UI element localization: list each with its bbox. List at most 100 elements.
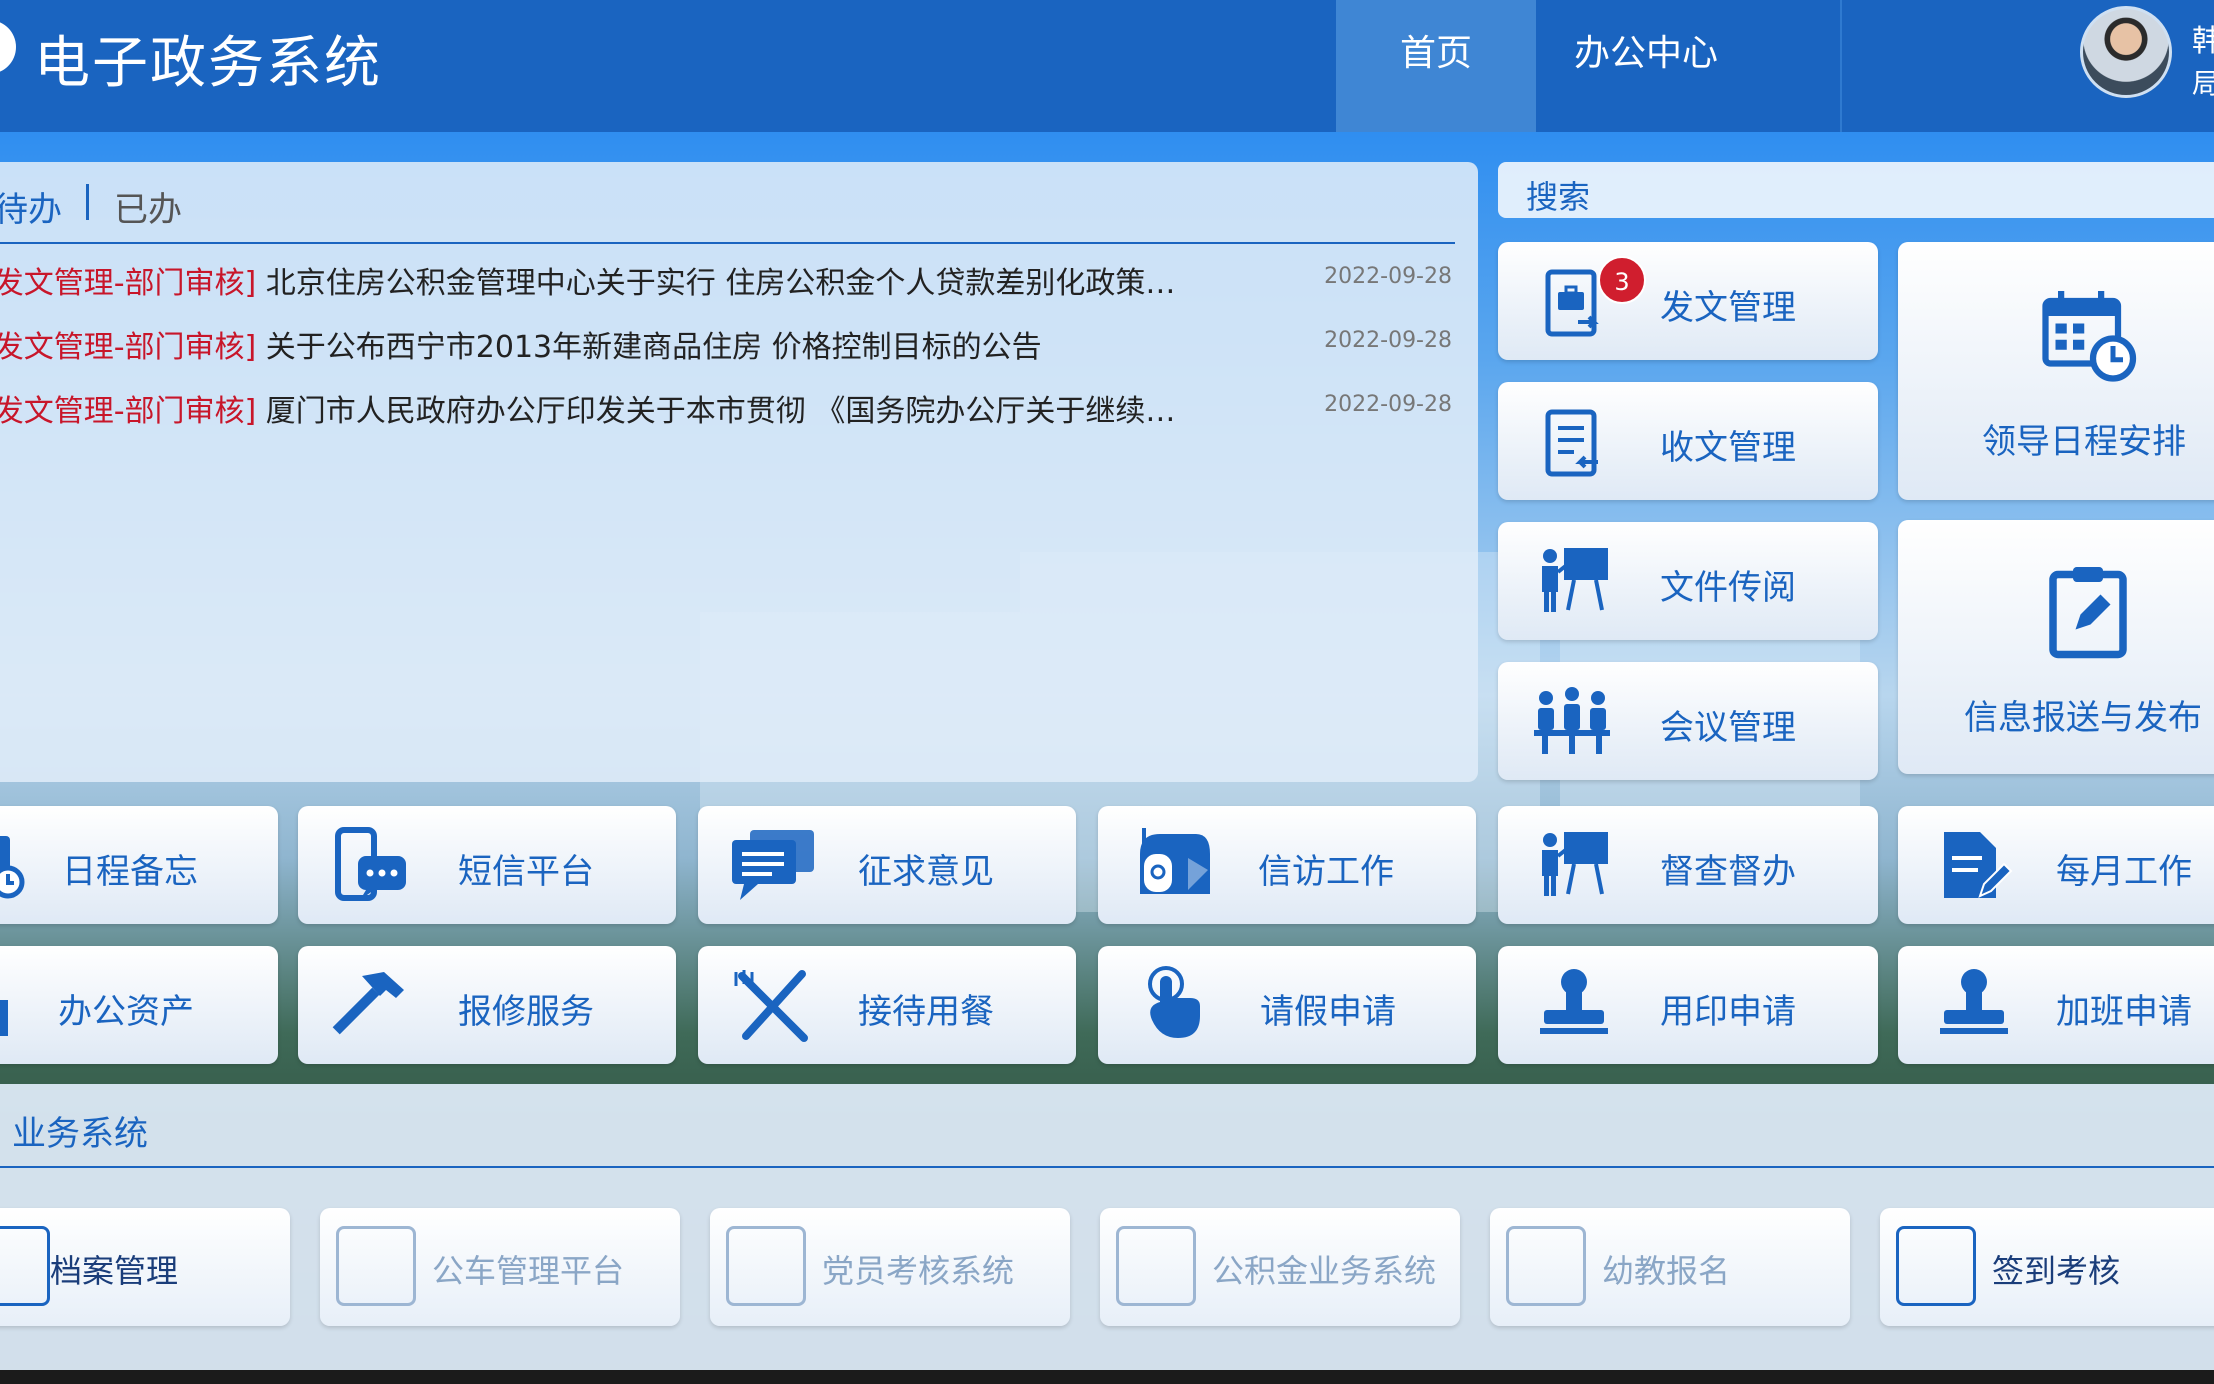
- biz-provident-fund[interactable]: 公积金业务系统: [1100, 1208, 1460, 1326]
- biz-label: 党员考核系统: [822, 1252, 1015, 1290]
- tile-label: 信息报送与发布: [1964, 698, 2202, 738]
- clipboard-edit-icon: [2049, 567, 2127, 659]
- presentation-icon: [1542, 548, 1608, 612]
- nav-office-center[interactable]: 办公中心: [1536, 0, 1756, 132]
- tab-pending[interactable]: 待办: [0, 182, 62, 231]
- mailbox-icon: [1140, 828, 1210, 894]
- biz-preschool[interactable]: 幼教报名: [1490, 1208, 1850, 1326]
- tile-label: 用印申请: [1660, 992, 1796, 1032]
- car-icon: [336, 1226, 416, 1306]
- app-title: 电子政务系统: [34, 31, 382, 96]
- tile-label: 日程备忘: [62, 852, 198, 892]
- search-label: 搜索: [1526, 178, 1591, 216]
- business-systems-panel: 业务系统 档案管理 公车管理平台 党员考核系统 公积金业务系统 幼教报名 签到考…: [0, 1084, 2214, 1374]
- stamp-icon: [1940, 969, 2008, 1034]
- tile-office-assets[interactable]: 办公资产: [0, 946, 278, 1064]
- nav-divider: [1840, 0, 1842, 132]
- board-icon: [1506, 1226, 1586, 1306]
- phone-message-icon: [335, 827, 406, 901]
- fork-knife-icon: [734, 970, 808, 1042]
- house-icon: [1116, 1226, 1196, 1306]
- person-icon: [726, 1226, 806, 1306]
- tile-label: 接待用餐: [858, 992, 994, 1032]
- todo-date: 2022-09-28: [1324, 328, 1452, 353]
- tile-label: 报修服务: [458, 992, 594, 1032]
- biz-label: 幼教报名: [1602, 1252, 1731, 1290]
- tile-label: 征求意见: [858, 852, 994, 892]
- tile-info-report[interactable]: 信息报送与发布: [1898, 520, 2214, 774]
- biz-archive[interactable]: 档案管理: [0, 1208, 290, 1326]
- biz-car-platform[interactable]: 公车管理平台: [320, 1208, 680, 1326]
- meeting-icon: [1534, 687, 1610, 754]
- tile-fawen[interactable]: 3 发文管理: [1498, 242, 1878, 360]
- user-avatar[interactable]: [2080, 6, 2172, 98]
- memo-icon: [0, 836, 25, 899]
- asset-icon: [0, 1000, 8, 1036]
- todo-title[interactable]: 关于公布西宁市2013年新建商品住房 价格控制目标的公告: [266, 330, 1042, 365]
- stamp-icon: [1540, 969, 1608, 1034]
- todo-date: 2022-09-28: [1324, 392, 1452, 417]
- tile-leader-schedule[interactable]: 领导日程安排: [1898, 242, 2214, 500]
- biz-label: 公积金业务系统: [1212, 1252, 1437, 1290]
- tile-huiyi[interactable]: 会议管理: [1498, 662, 1878, 780]
- todo-category: [发文管理-部门审核]: [0, 330, 257, 365]
- tab-done[interactable]: 已办: [114, 182, 182, 231]
- search-bar[interactable]: 搜索: [1498, 162, 2214, 218]
- todo-title[interactable]: 北京住房公积金管理中心关于实行 住房公积金个人贷款差别化政策…: [266, 266, 1176, 301]
- hand-pointer-icon: [1148, 966, 1200, 1038]
- tile-repair[interactable]: 报修服务: [298, 946, 676, 1064]
- tile-reception-dining[interactable]: 接待用餐: [698, 946, 1076, 1064]
- tab-divider: [86, 184, 89, 220]
- biz-label: 公车管理平台: [432, 1252, 625, 1290]
- todo-title[interactable]: 厦门市人民政府办公厅印发关于本市贯彻 《国务院办公厅关于继续…: [266, 394, 1176, 429]
- section-divider: [0, 1166, 2214, 1168]
- biz-checkin[interactable]: 签到考核: [1880, 1208, 2214, 1326]
- logo-icon: [0, 20, 16, 74]
- document-edit-icon: [1944, 832, 2013, 898]
- tile-label: 会议管理: [1660, 708, 1796, 748]
- tile-label: 办公资产: [58, 992, 194, 1032]
- archive-icon: [0, 1226, 50, 1306]
- tile-chuanyue[interactable]: 文件传阅: [1498, 522, 1878, 640]
- tile-schedule-memo[interactable]: 日程备忘: [0, 806, 278, 924]
- tile-label: 请假申请: [1260, 992, 1396, 1032]
- todo-row[interactable]: [发文管理-部门审核] 关于公布西宁市2013年新建商品住房 价格控制目标的公告…: [0, 322, 1452, 370]
- tile-petition[interactable]: 信访工作: [1098, 806, 1476, 924]
- tile-label: 信访工作: [1258, 852, 1394, 892]
- tile-overtime-request[interactable]: 加班申请: [1898, 946, 2214, 1064]
- todo-category: [发文管理-部门审核]: [0, 394, 257, 429]
- tile-solicit-opinion[interactable]: 征求意见: [698, 806, 1076, 924]
- notification-badge: 3: [1598, 256, 1646, 304]
- tile-label: 每月工作: [2056, 852, 2192, 892]
- tile-sms[interactable]: 短信平台: [298, 806, 676, 924]
- todo-row[interactable]: [发文管理-部门审核] 北京住房公积金管理中心关于实行 住房公积金个人贷款差别化…: [0, 258, 1452, 306]
- user-name: 韩: [2192, 24, 2214, 59]
- bottom-strip: [0, 1370, 2214, 1384]
- tab-underline: [0, 242, 1455, 244]
- tile-label: 督查督办: [1660, 852, 1796, 892]
- tile-label: 短信平台: [458, 852, 594, 892]
- user-role: 局: [2192, 67, 2214, 100]
- chat-icon: [732, 830, 814, 900]
- tile-label: 发文管理: [1660, 288, 1796, 328]
- todo-date: 2022-09-28: [1324, 264, 1452, 289]
- tile-leave-request[interactable]: 请假申请: [1098, 946, 1476, 1064]
- todo-row[interactable]: [发文管理-部门审核] 厦门市人民政府办公厅印发关于本市贯彻 《国务院办公厅关于…: [0, 386, 1452, 434]
- tile-label: 加班申请: [2056, 992, 2192, 1032]
- calendar-clock-icon: [2042, 291, 2137, 382]
- biz-label: 签到考核: [1992, 1252, 2121, 1290]
- tile-supervise[interactable]: 督查督办: [1498, 806, 1878, 924]
- section-title: 业务系统: [12, 1114, 148, 1154]
- biz-party-member[interactable]: 党员考核系统: [710, 1208, 1070, 1326]
- todo-panel: 待办 已办 [发文管理-部门审核] 北京住房公积金管理中心关于实行 住房公积金个…: [0, 162, 1478, 782]
- tile-label: 收文管理: [1660, 428, 1796, 468]
- top-header: 电子政务系统 首页 办公中心 韩 局: [0, 0, 2214, 132]
- document-receive-icon: [1545, 409, 1598, 477]
- hammer-icon: [332, 972, 404, 1035]
- tile-shouwen[interactable]: 收文管理: [1498, 382, 1878, 500]
- tile-label: 领导日程安排: [1982, 422, 2186, 462]
- nav-home[interactable]: 首页: [1336, 0, 1536, 132]
- tile-monthly-work[interactable]: 每月工作: [1898, 806, 2214, 924]
- presentation-icon: [1542, 832, 1608, 896]
- tile-seal-request[interactable]: 用印申请: [1498, 946, 1878, 1064]
